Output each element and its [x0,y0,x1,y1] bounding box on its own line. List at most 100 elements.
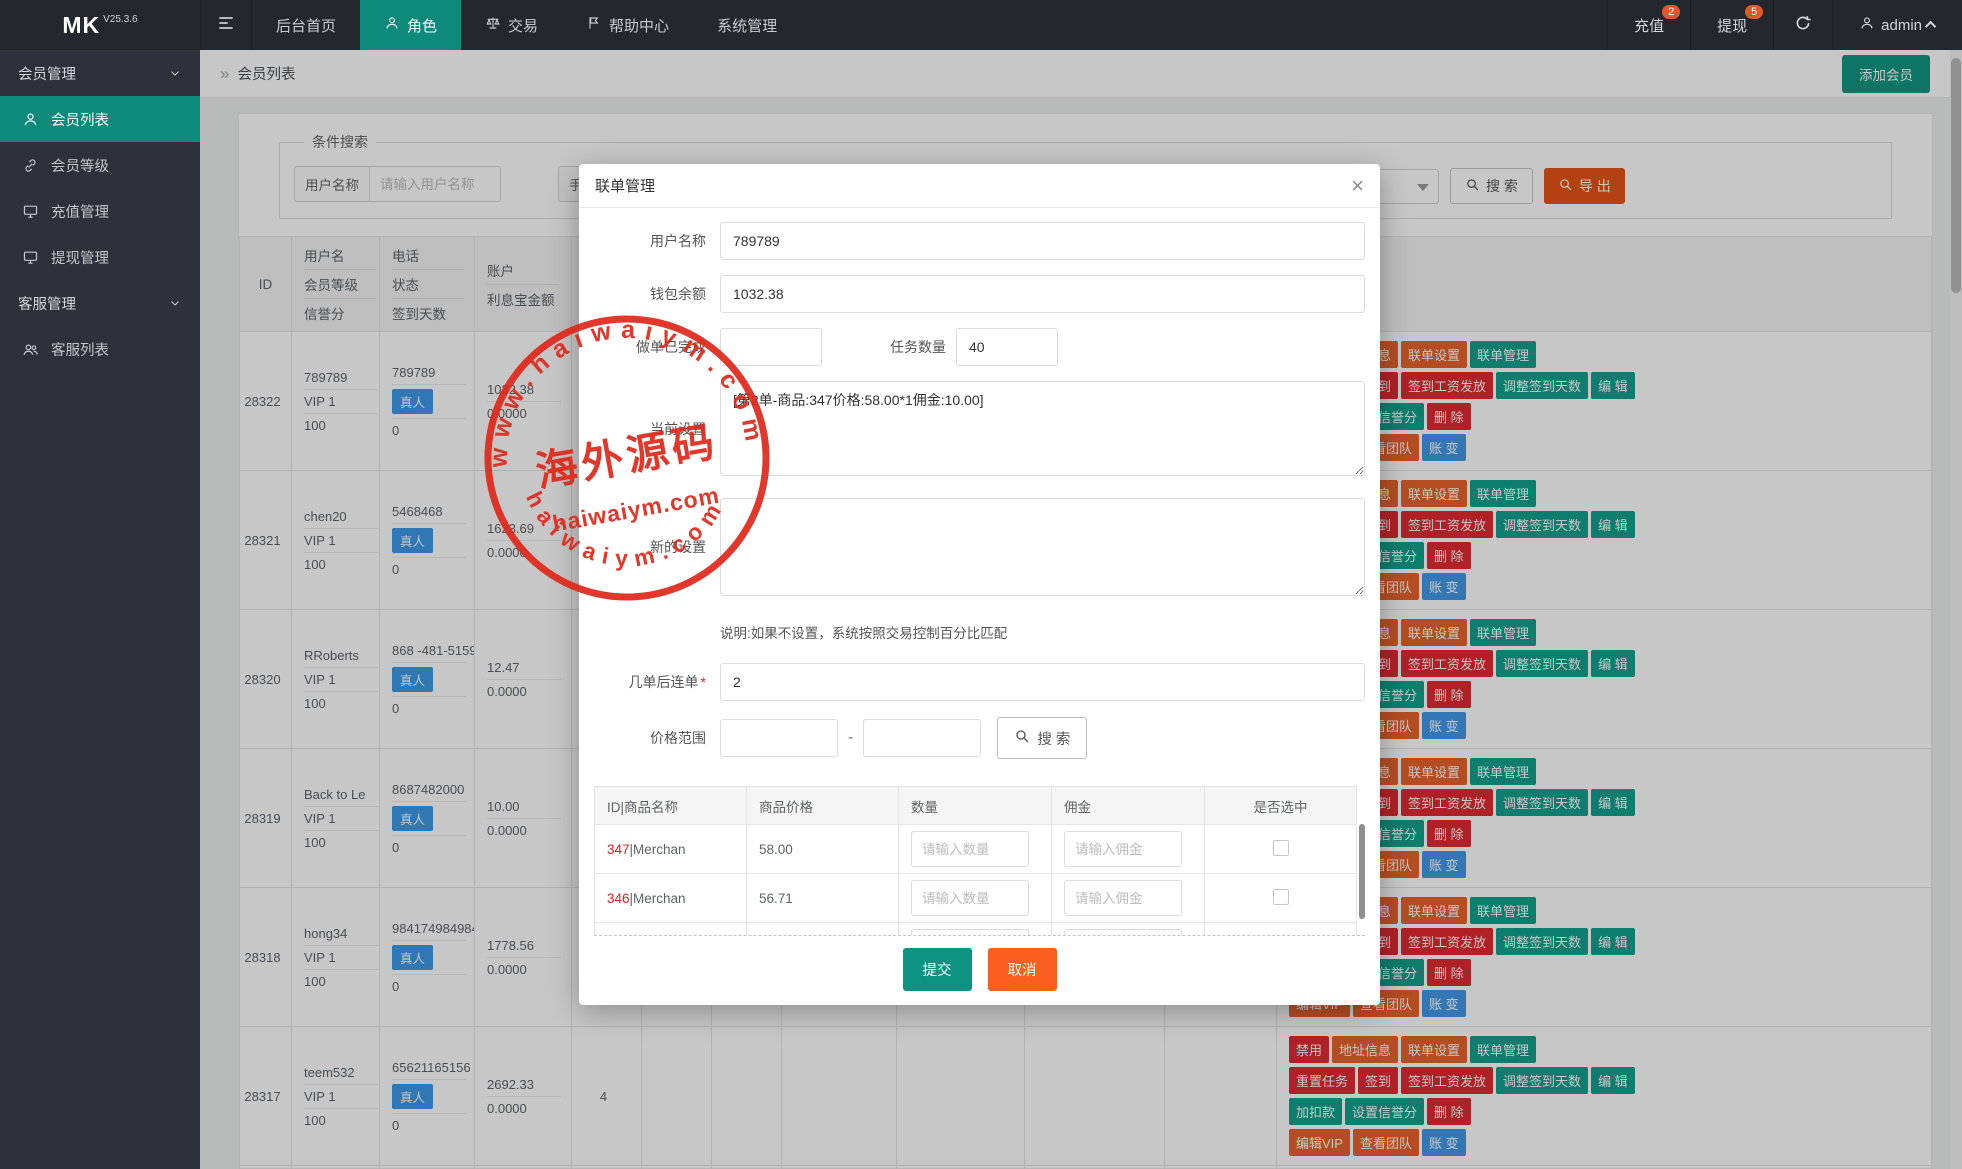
nav-item[interactable]: 帮助中心 [562,0,693,50]
nav-item[interactable]: 系统管理 [693,0,801,50]
sidebar-item[interactable]: 会员等级 [0,142,200,188]
scales-icon [485,15,501,35]
product-price: 56.71 [747,874,899,923]
app-logo: MK V25.3.6 [0,0,200,50]
username-field[interactable] [720,222,1365,260]
close-icon[interactable]: × [1351,175,1364,197]
sidebar-label: 会员等级 [51,155,109,176]
price-max-input[interactable] [863,719,981,757]
nav-item[interactable]: 角色 [360,0,461,50]
nav-item[interactable]: 交易 [461,0,562,50]
user-name: admin [1881,17,1922,34]
price-range-row: 价格范围 - 搜 索 [594,717,1365,759]
refresh-icon [1794,14,1812,36]
product-select-cell [1205,923,1357,937]
sidebar-group[interactable]: 客服管理 [0,280,200,326]
modal-search-label: 搜 索 [1037,728,1070,749]
product-qty-cell [899,825,1052,874]
recharge-menu-item[interactable]: 充值 2 [1607,0,1690,50]
product-id: 346 [607,891,630,906]
product-title: |Merchan [630,891,686,906]
nav-item[interactable]: 后台首页 [252,0,360,50]
product-commission-cell [1052,874,1205,923]
product-column-header: ID|商品名称 [595,787,747,825]
username-field-row: 用户名称 [594,222,1365,260]
modal-search-button[interactable]: 搜 索 [997,717,1087,759]
product-qty-cell [899,874,1052,923]
chevron-down-icon [168,296,182,310]
product-row: 347|Merchan58.00 [595,825,1357,874]
sidebar-item[interactable]: 客服列表 [0,326,200,372]
product-column-header: 商品价格 [747,787,899,825]
nav-item-label: 帮助中心 [609,15,669,36]
current-setting-row: 当前设置 [第2单-商品:347价格:58.00*1佣金:10.00] [594,381,1365,476]
wallet-balance-field[interactable] [720,275,1365,313]
sidebar-toggle-button[interactable] [200,0,252,50]
flag-icon [586,15,602,35]
select-checkbox[interactable] [1273,840,1289,856]
task-count-label: 任务数量 [890,337,946,357]
link-icon [22,157,39,174]
username-field-label: 用户名称 [594,231,706,251]
current-setting-textarea[interactable]: [第2单-商品:347价格:58.00*1佣金:10.00] [720,381,1365,476]
modal-title: 联单管理 [595,175,655,196]
product-table-scrollbar[interactable] [1359,824,1365,919]
linked-order-modal: 联单管理 × 用户名称 钱包余额 做单已完成 任务数量 当前设置 [第2单-商品… [579,164,1380,1005]
product-table: ID|商品名称商品价格数量佣金是否选中 347|Merchan58.00346|… [594,786,1357,936]
qty-input[interactable] [911,929,1029,936]
modal-search-icon [1014,728,1030,748]
sidebar-label: 会员管理 [18,63,76,84]
sidebar-item[interactable]: 充值管理 [0,188,200,234]
select-checkbox[interactable] [1273,889,1289,905]
person-icon [22,111,39,128]
chain-field-label: 几单后连单* [594,672,706,692]
product-column-header: 是否选中 [1205,787,1357,825]
new-setting-row: 新的设置 [594,498,1365,596]
qty-input[interactable] [911,880,1029,916]
balance-field-label: 钱包余额 [594,284,706,304]
product-id: 347 [607,842,630,857]
withdraw-menu-item[interactable]: 提现 5 [1690,0,1773,50]
orders-done-field[interactable] [720,328,822,366]
sidebar-label: 会员列表 [51,109,109,130]
top-navbar: MK V25.3.6 后台首页 角色 交易 帮助中心 系统管理 充值 2 提现 5 ad… [0,0,1962,50]
product-name: 346|Merchan [595,874,747,923]
product-column-header: 数量 [899,787,1052,825]
done-task-field-row: 做单已完成 任务数量 [594,328,1365,366]
commission-input[interactable] [1064,831,1182,867]
sidebar-label: 客服管理 [18,293,76,314]
chevron-down-icon [168,66,182,80]
nav-item-label: 系统管理 [717,15,777,36]
nav-item-label: 角色 [407,15,437,36]
cancel-button[interactable]: 取消 [988,948,1057,991]
people-icon [22,341,39,358]
sidebar: 会员管理会员列表会员等级充值管理提现管理客服管理客服列表 [0,50,200,1169]
product-commission-cell [1052,923,1205,937]
monitor-icon [22,249,39,266]
user-icon [1859,15,1875,35]
setting-note: 说明:如果不设置，系统按照交易控制百分比匹配 [720,622,1365,642]
commission-input[interactable] [1064,880,1182,916]
new-setting-textarea[interactable] [720,498,1365,596]
chain-after-field[interactable] [720,663,1365,701]
required-asterisk: * [701,674,706,690]
hamburger-icon [216,13,236,38]
withdraw-label: 提现 [1717,15,1747,36]
user-menu[interactable]: admin [1832,0,1962,50]
qty-input[interactable] [911,831,1029,867]
product-qty-cell [899,923,1052,937]
sidebar-label: 客服列表 [51,339,109,360]
product-select-cell [1205,825,1357,874]
commission-input[interactable] [1064,929,1182,936]
product-row [595,923,1357,937]
product-table-header: ID|商品名称商品价格数量佣金是否选中 [595,787,1357,825]
sidebar-item[interactable]: 会员列表 [0,96,200,142]
sidebar-group[interactable]: 会员管理 [0,50,200,96]
price-min-input[interactable] [720,719,838,757]
submit-button[interactable]: 提交 [903,948,972,991]
sidebar-item[interactable]: 提现管理 [0,234,200,280]
refresh-button[interactable] [1773,0,1832,50]
balance-field-row: 钱包余额 [594,275,1365,313]
product-name [595,923,747,937]
task-count-field[interactable] [956,328,1058,366]
